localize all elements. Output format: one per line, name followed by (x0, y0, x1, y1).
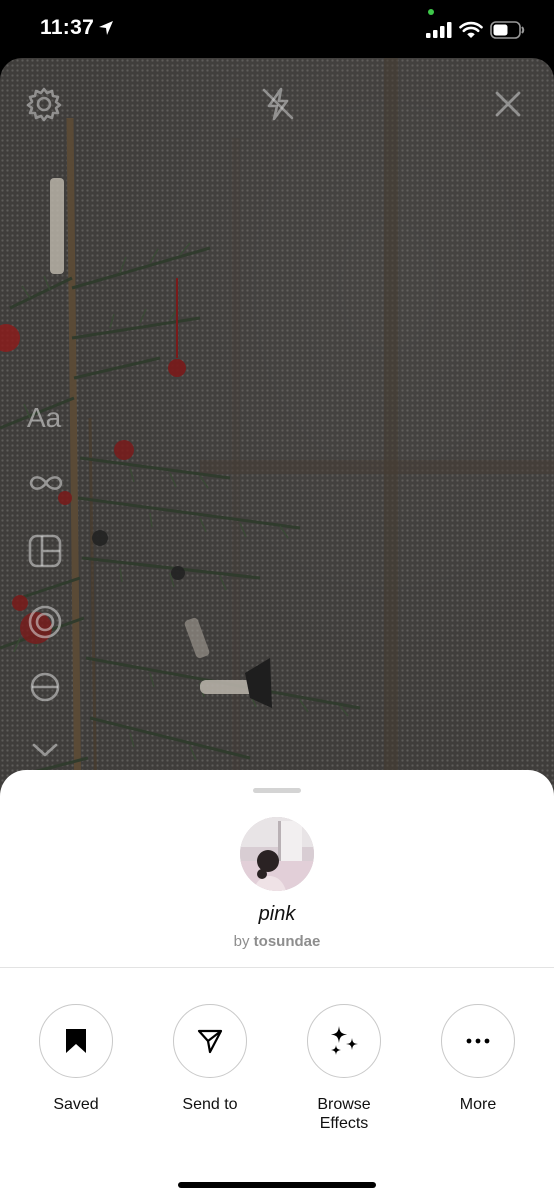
browse-effects-label-text: Browse Effects (317, 1096, 371, 1132)
home-indicator[interactable] (178, 1182, 376, 1188)
christmas-tree-image (0, 117, 361, 818)
status-time: 11:37 (40, 16, 95, 39)
bookmark-icon (66, 1029, 86, 1053)
creator-name[interactable]: tosundae (254, 933, 321, 950)
multi-capture-icon[interactable] (26, 603, 64, 641)
saved-button[interactable]: Saved (16, 1004, 136, 1114)
boomerang-icon[interactable] (27, 471, 65, 495)
browse-effects-label: Browse Effects (284, 1095, 404, 1133)
level-icon[interactable] (29, 671, 61, 703)
sheet-grabber[interactable] (253, 788, 301, 793)
battery-icon (490, 21, 525, 39)
camera-in-use-indicator (428, 9, 434, 15)
more-icon (466, 1038, 490, 1044)
saved-circle[interactable] (39, 1004, 113, 1078)
location-arrow-icon (99, 21, 113, 35)
effect-bottom-sheet: pink by tosundae Saved Send to Browse Ef… (0, 770, 554, 1200)
effect-thumbnail-image (240, 817, 314, 891)
more-label: More (459, 1096, 497, 1113)
flash-off-icon[interactable] (260, 86, 296, 122)
effect-name: pink (258, 903, 296, 925)
by-prefix: by (233, 933, 250, 950)
text-tool-button[interactable]: Aa (27, 402, 61, 434)
effect-avatar[interactable] (240, 817, 314, 891)
browse-effects-button[interactable]: Browse Effects (284, 1004, 404, 1133)
close-icon[interactable] (494, 90, 522, 118)
sparkles-icon (331, 1026, 358, 1055)
wifi-icon (459, 21, 483, 38)
send-to-button[interactable]: Send to (150, 1004, 270, 1114)
divider (0, 967, 554, 968)
more-button[interactable]: More (418, 1004, 538, 1114)
more-circle[interactable] (441, 1004, 515, 1078)
status-bar: 11:37 (0, 0, 554, 60)
layout-icon[interactable] (28, 534, 62, 568)
saved-label: Saved (53, 1096, 99, 1113)
camera-preview[interactable]: Aa (0, 58, 554, 818)
signal-icon (426, 22, 452, 38)
send-to-circle[interactable] (173, 1004, 247, 1078)
chevron-down-icon[interactable] (32, 742, 58, 758)
send-to-label: Send to (182, 1096, 238, 1113)
creator-line[interactable]: by tosundae (0, 933, 554, 950)
send-icon (197, 1029, 223, 1054)
settings-icon[interactable] (26, 86, 62, 122)
browse-effects-circle[interactable] (307, 1004, 381, 1078)
